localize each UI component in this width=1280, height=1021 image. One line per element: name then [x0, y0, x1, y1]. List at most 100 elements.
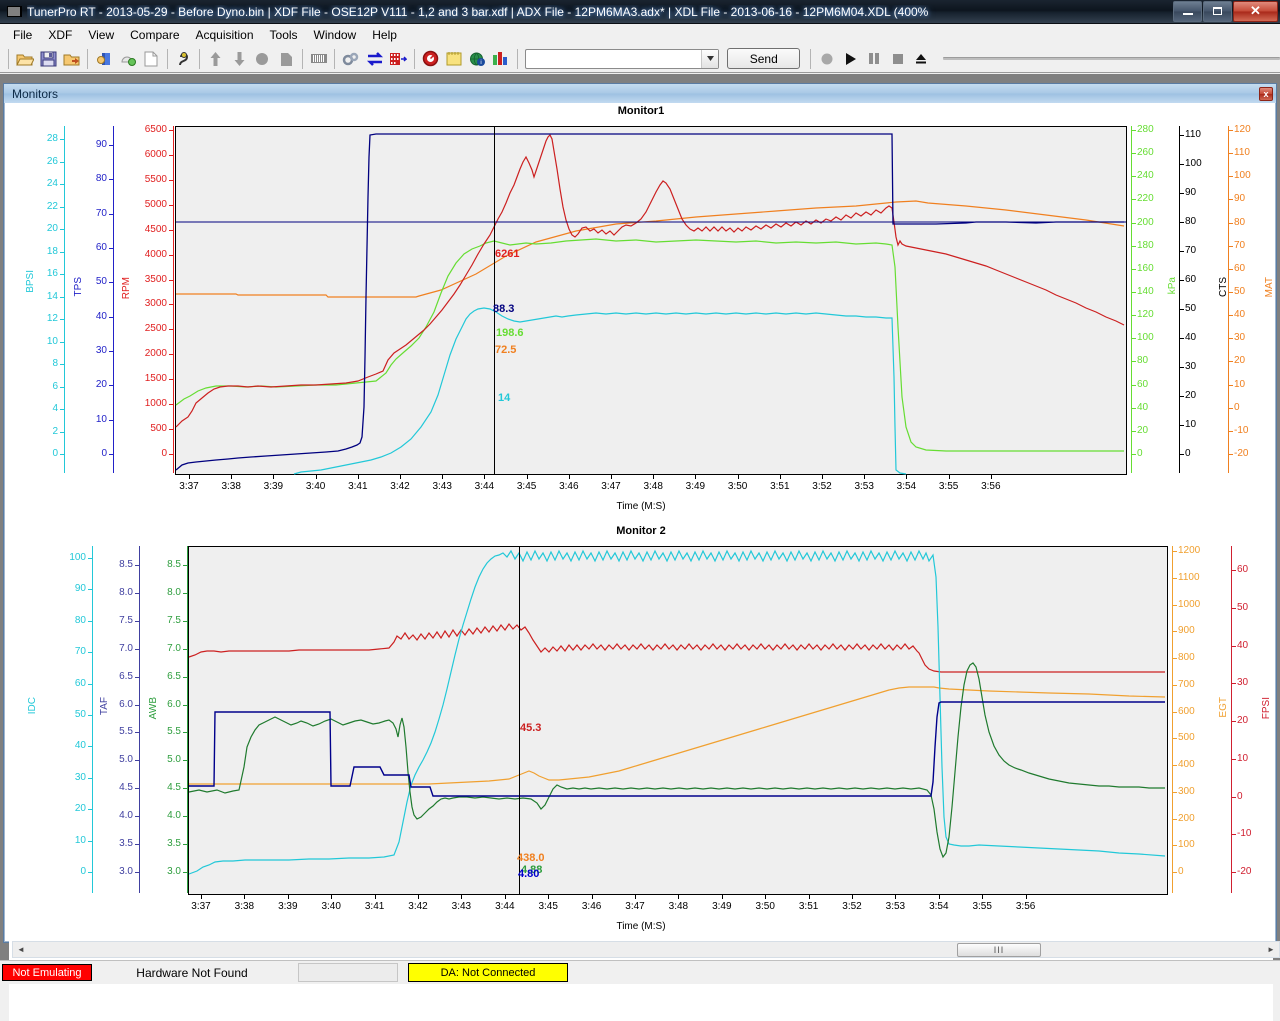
x-axis-tick	[678, 895, 680, 899]
chart-monitor2-cursor[interactable]	[519, 547, 520, 894]
axis-tick-label: 50	[1237, 601, 1249, 613]
record-icon[interactable]	[815, 47, 838, 71]
axis-tick-mark	[183, 592, 187, 594]
send-button[interactable]: Send	[727, 48, 801, 69]
monitors-window[interactable]: Monitors x Monitor1 BPSI 28 26 24 22 20 18 16 1…	[3, 83, 1280, 1021]
scroll-right-icon[interactable]: ►	[1263, 942, 1279, 957]
save-xdf-icon[interactable]	[116, 47, 139, 71]
minimize-button[interactable]	[1173, 0, 1202, 22]
axis-tick-label: 1500	[144, 373, 167, 385]
open-xdf-icon[interactable]	[92, 47, 115, 71]
axis-tick-label: 20	[1185, 390, 1197, 401]
chart-monitor1-plot[interactable]	[175, 126, 1127, 475]
menu-item-view[interactable]: View	[80, 26, 122, 44]
close-button[interactable]: ✕	[1233, 0, 1278, 22]
new-document-icon[interactable]	[139, 47, 162, 71]
axis-tick-mark	[1229, 130, 1233, 131]
emulate-icon[interactable]	[386, 47, 409, 71]
axis-tick-mark	[135, 732, 139, 734]
menu-item-xdf[interactable]: XDF	[40, 26, 80, 44]
memory-chip-icon[interactable]	[307, 47, 330, 71]
axis-tick-label: 30	[1234, 332, 1246, 344]
axis-tick-mark	[60, 274, 64, 275]
axis-tick-mark	[135, 844, 139, 846]
globe-info-icon[interactable]: i	[466, 47, 489, 71]
axis-tick-mark	[1232, 570, 1236, 571]
bar-chart-icon[interactable]	[489, 47, 512, 71]
axis-tick-label: 0	[1234, 401, 1240, 413]
playback-slider[interactable]	[942, 57, 1280, 60]
x-axis-tick	[504, 895, 506, 899]
monitors-window-titlebar[interactable]: Monitors x	[4, 84, 1276, 103]
axis-tick-label: 3500	[144, 273, 167, 285]
chart-monitor2: Monitor 2 IDC 100 90 80 70 60 50 40 30 20 10 0 TAF…	[9, 525, 1273, 935]
settings-gears-icon[interactable]	[339, 47, 362, 71]
x-axis-tick-label: 3:44	[495, 901, 515, 912]
upload-arrow-icon[interactable]	[204, 47, 227, 71]
pause-icon[interactable]	[862, 47, 885, 71]
menu-item-tools[interactable]: Tools	[262, 26, 306, 44]
axis-tick-mark	[109, 385, 113, 387]
x-axis-tick	[484, 475, 486, 479]
chart-monitor1-cursor[interactable]	[494, 127, 495, 474]
axis-tick-label: 100	[1178, 839, 1195, 851]
copy-icon[interactable]	[274, 47, 297, 71]
axis-tick-mark	[88, 809, 92, 811]
axis-tick-mark	[60, 454, 64, 455]
download-arrow-icon[interactable]	[228, 47, 251, 71]
axis-tick-mark	[109, 248, 113, 249]
menu-item-file[interactable]: File	[5, 26, 40, 44]
circle-icon[interactable]	[251, 47, 274, 71]
monitors-horizontal-scrollbar[interactable]: ◄ ► III	[12, 941, 1280, 958]
menu-item-compare[interactable]: Compare	[122, 26, 187, 44]
scroll-thumb[interactable]: III	[957, 943, 1041, 957]
axis-tick-mark	[1180, 251, 1184, 252]
axis-tick-mark	[1180, 164, 1184, 165]
axis-tick-mark	[60, 409, 64, 410]
open-folder-icon[interactable]	[13, 47, 36, 71]
axis-tick-mark	[169, 329, 173, 331]
axis-tick-label: 90	[74, 583, 86, 595]
x-axis-tick-label: 3:54	[896, 481, 917, 492]
axis-tick-mark	[88, 558, 92, 559]
axis-tick-mark	[169, 429, 173, 431]
axis-tick-mark	[88, 683, 92, 685]
trace-bpsi	[293, 307, 907, 475]
save-as-folder-icon[interactable]	[60, 47, 83, 71]
adx-item-combobox[interactable]	[525, 48, 720, 69]
x-axis-tick-label: 3:50	[755, 901, 775, 912]
main-toolbar[interactable]: i Send	[0, 45, 1280, 73]
window-title-bar[interactable]: TunerPro RT - 2013-05-29 - Before Dyno.b…	[0, 0, 1280, 24]
x-axis-tick-label: 3:56	[981, 481, 1001, 492]
axis-tick-mark	[169, 130, 173, 131]
chart-monitor2-plot[interactable]	[188, 546, 1168, 895]
gauge-icon[interactable]	[419, 47, 442, 71]
menu-item-window[interactable]: Window	[306, 26, 365, 44]
axis-tps-line	[113, 126, 114, 473]
window-controls[interactable]: ✕	[1172, 0, 1278, 23]
menu-item-help[interactable]: Help	[364, 26, 405, 44]
toolbar-separator	[199, 48, 201, 69]
x-axis-tick	[231, 475, 233, 479]
x-axis-tick	[779, 475, 781, 479]
worm-tool-icon[interactable]	[172, 47, 195, 71]
chevron-down-icon[interactable]	[701, 49, 719, 68]
x-axis-tick-label: 3:53	[885, 901, 906, 912]
axis-tick-label: 100	[69, 552, 86, 563]
axis-tick-label: 0	[80, 866, 86, 877]
swap-arrows-icon[interactable]	[363, 47, 386, 71]
x-axis-tick-label: 3:39	[263, 481, 284, 492]
menu-bar[interactable]: File XDF View Compare Acquisition Tools …	[0, 24, 1280, 45]
play-icon[interactable]	[839, 47, 862, 71]
axis-tick-mark	[1132, 222, 1136, 224]
axis-tick-mark	[1173, 577, 1177, 579]
eject-icon[interactable]	[909, 47, 932, 71]
menu-item-acquisition[interactable]: Acquisition	[188, 26, 262, 44]
save-disk-icon[interactable]	[36, 47, 59, 71]
notes-icon[interactable]	[442, 47, 465, 71]
scroll-left-icon[interactable]: ◄	[13, 942, 29, 957]
stop-icon[interactable]	[886, 47, 909, 71]
monitors-close-icon[interactable]: x	[1259, 86, 1273, 101]
axis-tick-mark	[1132, 268, 1136, 270]
maximize-button[interactable]	[1203, 0, 1232, 22]
